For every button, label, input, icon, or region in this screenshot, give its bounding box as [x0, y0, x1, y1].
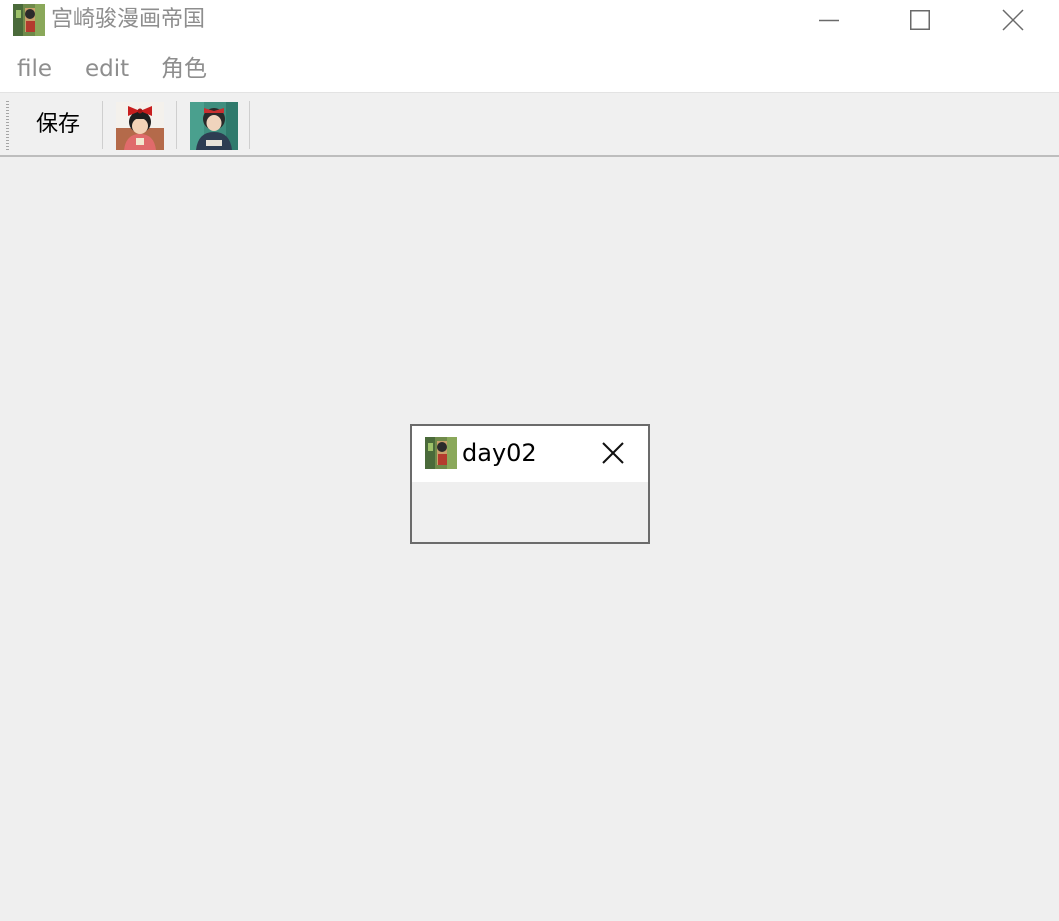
close-button[interactable]: [990, 0, 1036, 40]
maximize-icon: [910, 10, 930, 30]
menu-file[interactable]: file: [17, 53, 52, 85]
toolbar-grip-handle[interactable]: [6, 101, 9, 151]
toolbar-separator: [176, 101, 177, 149]
close-icon: [602, 442, 624, 464]
menu-edit[interactable]: edit: [85, 53, 129, 85]
window-title: 宫崎骏漫画帝国: [51, 7, 206, 32]
kiki-red-bow-icon: [116, 102, 164, 150]
kiki-red-bow-button[interactable]: [116, 102, 164, 150]
kiki-dark-dress-button[interactable]: [190, 102, 238, 150]
toolbar-separator: [249, 101, 250, 149]
maximize-button[interactable]: [897, 0, 943, 40]
sub-window-title: day02: [462, 439, 537, 467]
menu-role[interactable]: 角色: [161, 53, 207, 85]
title-bar[interactable]: 宫崎骏漫画帝国: [0, 0, 1059, 44]
kiki-dark-dress-icon: [190, 102, 238, 150]
minimize-button[interactable]: [806, 0, 852, 40]
kiki-window-icon: [425, 437, 457, 469]
toolbar: 保存: [0, 92, 1059, 157]
kiki-window-icon: [13, 4, 45, 36]
toolbar-separator: [102, 101, 103, 149]
sub-window-close-button[interactable]: [598, 438, 628, 468]
sub-window[interactable]: day02: [410, 424, 650, 544]
sub-window-title-bar[interactable]: day02: [412, 426, 648, 482]
save-button[interactable]: 保存: [20, 101, 96, 149]
menu-bar: file edit 角色: [0, 44, 1059, 92]
close-icon: [1002, 9, 1024, 31]
minimize-icon: [819, 19, 839, 22]
